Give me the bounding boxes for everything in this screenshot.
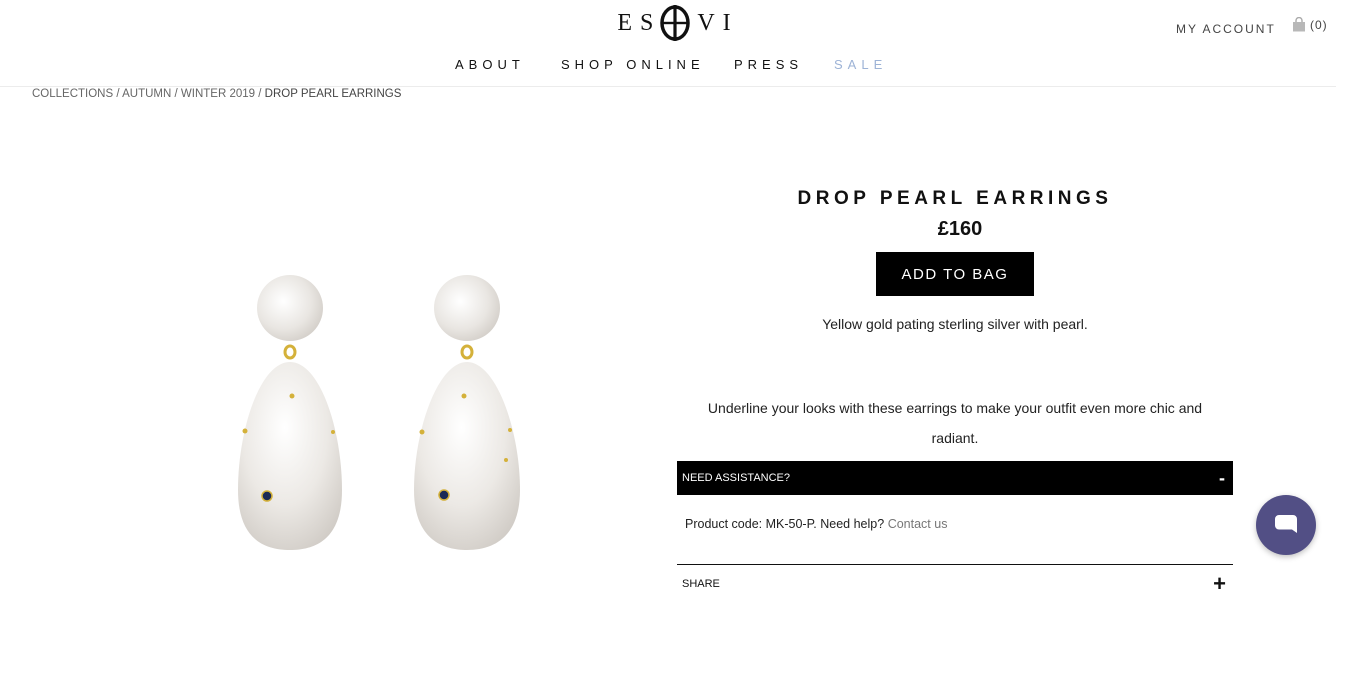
contact-us-link[interactable]: Contact us — [888, 517, 948, 531]
logo-text-right: VI — [697, 9, 739, 36]
breadcrumb-item-winter-2019[interactable]: WINTER 2019 — [181, 88, 255, 100]
left-earring — [238, 275, 342, 550]
breadcrumb-item-collections[interactable]: COLLECTIONS — [32, 88, 113, 100]
share-accordion[interactable]: SHARE + — [677, 572, 1233, 596]
breadcrumb-item-autumn[interactable]: AUTUMN — [122, 88, 171, 100]
breadcrumb-current: DROP PEARL EARRINGS — [264, 88, 402, 100]
nav-item-sale[interactable]: SALE — [834, 57, 887, 72]
product-code-text: Product code: MK-50-P. Need help? — [685, 517, 885, 531]
breadcrumb-separator: / — [113, 88, 123, 100]
site-logo[interactable]: ES VI — [614, 3, 742, 43]
product-price: £160 — [937, 218, 983, 240]
nav-item-about[interactable]: ABOUT — [455, 57, 525, 72]
nav-item-shop-online[interactable]: SHOP ONLINE — [561, 57, 705, 72]
share-label: SHARE — [682, 578, 720, 590]
header-divider — [0, 86, 1336, 87]
my-account-link[interactable]: MY ACCOUNT — [1176, 22, 1276, 36]
collapse-icon[interactable]: - — [1219, 469, 1225, 487]
assistance-content: Product code: MK-50-P. Need help? Contac… — [685, 517, 947, 531]
logo-text-left: ES — [617, 9, 662, 36]
breadcrumb-separator: / — [171, 88, 181, 100]
need-assistance-label: NEED ASSISTANCE? — [682, 472, 790, 484]
nav-item-press[interactable]: PRESS — [734, 57, 803, 72]
product-title: DROP PEARL EARRINGS — [797, 188, 1113, 209]
breadcrumb: COLLECTIONS / AUTUMN / WINTER 2019 / DRO… — [32, 88, 401, 100]
product-image[interactable] — [200, 250, 570, 570]
chat-button[interactable] — [1256, 495, 1316, 555]
right-earring — [414, 275, 520, 550]
expand-icon[interactable]: + — [1213, 573, 1226, 595]
shopping-bag-button[interactable]: (0) — [1292, 17, 1328, 32]
pearl-earrings-image — [238, 275, 520, 550]
breadcrumb-separator: / — [255, 88, 265, 100]
bag-count: (0) — [1310, 17, 1328, 32]
logo-mark-icon — [659, 5, 691, 41]
need-assistance-accordion[interactable]: NEED ASSISTANCE? - — [677, 461, 1233, 495]
product-long-description: Underline your looks with these earrings… — [707, 400, 1203, 446]
chat-bubble-icon — [1273, 512, 1299, 538]
product-short-description: Yellow gold pating sterling silver with … — [822, 316, 1088, 332]
shopping-bag-icon — [1292, 17, 1306, 32]
add-to-bag-button[interactable]: ADD TO BAG — [876, 252, 1034, 296]
accordion-divider — [677, 564, 1233, 565]
